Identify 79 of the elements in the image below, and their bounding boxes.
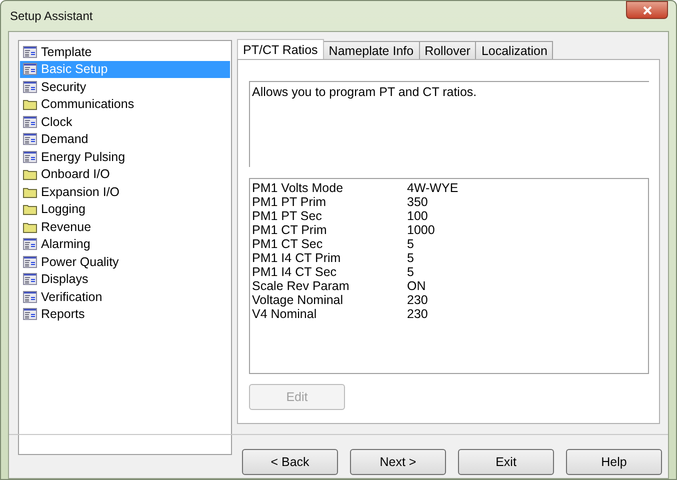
folder-icon — [23, 98, 37, 110]
parameter-name: PM1 I4 CT Sec — [252, 265, 338, 279]
sidebar-item[interactable]: Template — [20, 43, 230, 60]
sidebar-item-label: Reports — [41, 307, 85, 322]
sidebar-item[interactable]: Clock — [20, 113, 230, 130]
wizard-button[interactable]: Exit — [458, 449, 554, 475]
parameter-value: 1000 — [407, 223, 436, 237]
sidebar-item[interactable]: Expansion I/O — [20, 183, 230, 200]
sidebar-item-label: Communications — [41, 97, 134, 112]
sidebar-item-label: Demand — [41, 132, 88, 146]
tab[interactable]: Rollover — [418, 41, 476, 59]
parameter-value: 4W-WYE — [407, 181, 460, 195]
folder-icon — [23, 168, 37, 180]
sidebar-item[interactable]: Revenue — [20, 218, 230, 236]
form-icon — [23, 150, 37, 163]
sidebar-item[interactable]: Security — [20, 78, 230, 96]
parameter-name: Voltage Nominal — [252, 293, 344, 307]
form-icon — [23, 63, 37, 76]
form-icon — [23, 290, 37, 303]
parameter-value: 5 — [407, 237, 415, 251]
sidebar-item-label: Expansion I/O — [41, 184, 120, 199]
parameter-name: Scale Rev Param — [252, 279, 350, 293]
tab[interactable]: Nameplate Info — [322, 41, 420, 59]
form-icon — [23, 256, 37, 268]
close-icon — [642, 6, 652, 14]
sidebar-item[interactable]: Energy Pulsing — [20, 148, 230, 166]
form-icon — [23, 46, 37, 58]
parameter-value: 350 — [407, 195, 429, 209]
form-icon — [23, 238, 37, 250]
sidebar-item-label: Energy Pulsing — [41, 150, 126, 164]
sidebar-item[interactable]: Communications — [20, 96, 230, 113]
sidebar-item-label: Displays — [41, 272, 88, 286]
folder-icon — [23, 186, 37, 198]
sidebar-item[interactable]: Power Quality — [20, 253, 230, 270]
close-button[interactable] — [626, 1, 668, 19]
form-icon — [23, 116, 37, 128]
sidebar-item[interactable]: Logging — [20, 200, 230, 218]
parameter-value: ON — [407, 279, 427, 293]
sidebar-item-label: Power Quality — [41, 254, 119, 269]
parameter-value: 5 — [407, 265, 415, 279]
form-icon — [23, 273, 37, 286]
parameter-value: 100 — [407, 209, 429, 223]
parameter-name: PM1 PT Sec — [252, 209, 323, 223]
form-icon — [23, 133, 37, 146]
parameter-name: PM1 PT Prim — [252, 195, 328, 209]
sidebar-item-label: Onboard I/O — [41, 167, 110, 182]
form-icon — [23, 308, 37, 320]
folder-icon — [23, 203, 37, 216]
parameter-name: PM1 I4 CT Prim — [252, 251, 342, 265]
parameter-name: V4 Nominal — [252, 307, 318, 321]
parameter-name: PM1 CT Prim — [252, 223, 328, 237]
sidebar-item-label: Template — [41, 44, 92, 59]
parameter-value: 230 — [407, 293, 429, 307]
sidebar-item[interactable]: Alarming — [20, 236, 230, 253]
wizard-button[interactable]: < Back — [242, 449, 338, 475]
window-title: Setup Assistant — [10, 9, 93, 23]
folder-icon — [23, 220, 37, 233]
tab[interactable]: PT/CT Ratios — [237, 39, 324, 59]
parameter-value: 230 — [407, 307, 429, 321]
parameter-name: PM1 CT Sec — [252, 237, 324, 251]
parameter-name: PM1 Volts Mode — [252, 181, 344, 195]
sidebar-item-label: Verification — [41, 290, 102, 304]
sidebar-item[interactable]: Onboard I/O — [20, 166, 230, 183]
tab[interactable]: Localization — [475, 41, 554, 59]
sidebar-item-label: Revenue — [41, 220, 92, 234]
wizard-button[interactable]: Next > — [350, 449, 446, 475]
sidebar-item-label: Alarming — [41, 237, 90, 252]
sidebar-item[interactable]: Displays — [20, 270, 230, 288]
parameter-value: 5 — [407, 251, 415, 265]
sidebar-item-label: Clock — [41, 114, 72, 129]
sidebar-item-label: Logging — [41, 202, 86, 216]
form-icon — [23, 80, 37, 93]
wizard-button[interactable]: Help — [566, 449, 662, 475]
sidebar-item[interactable]: Reports — [20, 306, 230, 323]
description-text: Allows you to program PT and CT ratios. — [249, 81, 649, 167]
sidebar-item-label: Security — [41, 80, 86, 94]
sidebar-item[interactable]: Verification — [20, 288, 230, 306]
sidebar-item-label: Basic Setup — [41, 62, 108, 76]
sidebar-item[interactable]: Demand — [20, 130, 230, 148]
